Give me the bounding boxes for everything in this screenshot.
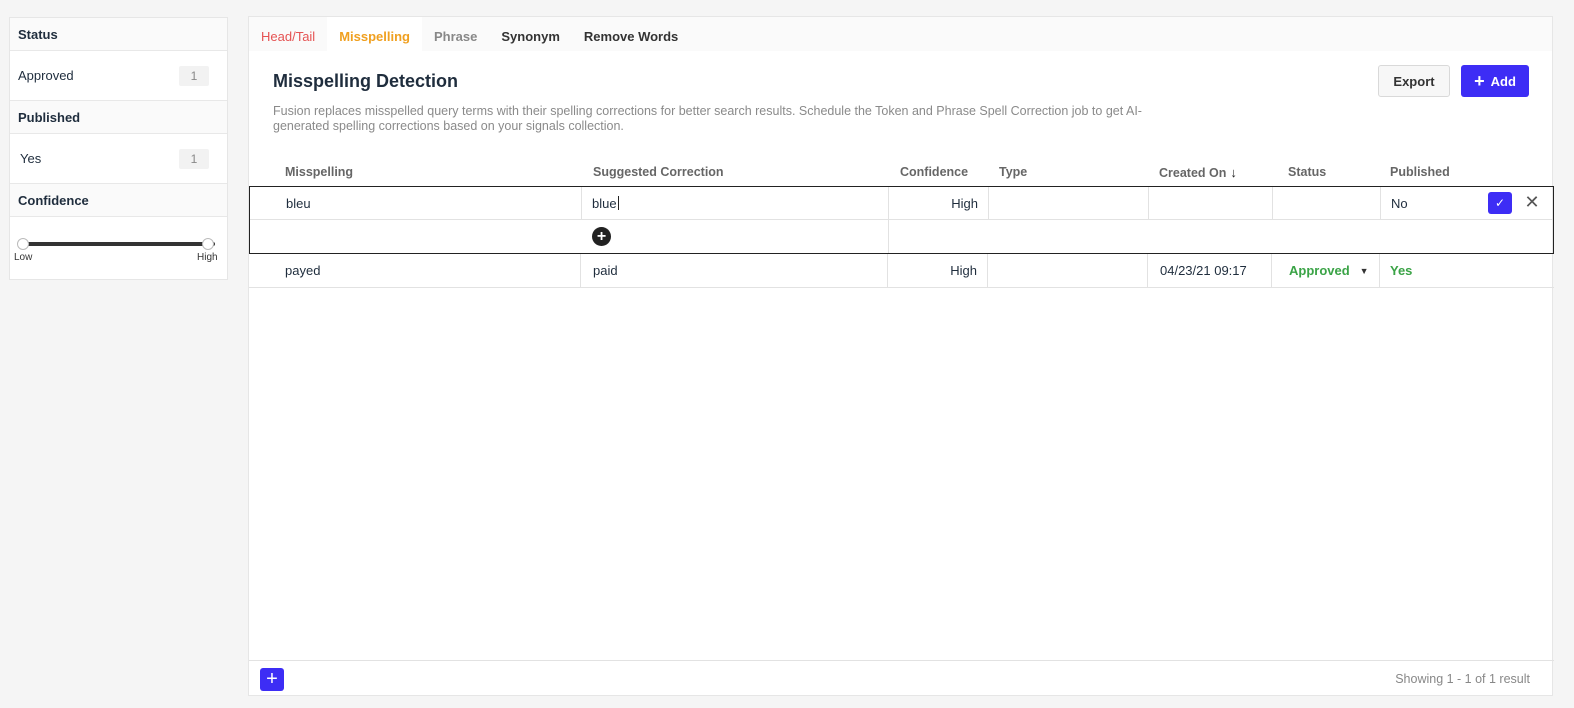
status-filter-header: Status xyxy=(10,18,227,51)
tab-phrase[interactable]: Phrase xyxy=(434,17,477,51)
sort-arrow-down-icon: ↓ xyxy=(1230,165,1237,180)
status-filter-approved[interactable]: Approved 1 xyxy=(10,51,227,101)
row-divider xyxy=(250,219,1553,220)
plus-icon: + xyxy=(1474,71,1485,91)
pagination-info: Showing 1 - 1 of 1 result xyxy=(1395,672,1530,686)
cell-suggested-correction: paid xyxy=(581,254,888,287)
edit-status-field[interactable] xyxy=(1273,187,1381,219)
status-filter-count: 1 xyxy=(179,65,209,86)
close-icon[interactable]: ✕ xyxy=(1522,191,1542,213)
published-filter-yes[interactable]: Yes 1 xyxy=(10,134,227,184)
text-cursor xyxy=(617,196,619,210)
tab-head-tail[interactable]: Head/Tail xyxy=(261,17,315,51)
tab-misspelling[interactable]: Misspelling xyxy=(327,17,422,51)
filter-sidebar: Status Approved 1 Published Yes 1 Confid… xyxy=(9,17,228,280)
footer-add-plus-icon[interactable]: + xyxy=(260,668,284,691)
col-created-on-label: Created On xyxy=(1159,166,1227,180)
export-button[interactable]: Export xyxy=(1378,65,1450,97)
status-value: Approved xyxy=(1289,263,1350,278)
cell-created-on: 04/23/21 09:17 xyxy=(1148,254,1272,287)
tab-synonym[interactable]: Synonym xyxy=(501,17,560,51)
table-row[interactable]: payed paid High 04/23/21 09:17 Approved ▼… xyxy=(249,254,1554,288)
col-published[interactable]: Published xyxy=(1390,165,1450,179)
caret-down-icon: ▼ xyxy=(1359,265,1369,276)
published-filter-label: Yes xyxy=(20,151,42,166)
page-title: Misspelling Detection xyxy=(273,71,459,91)
add-button[interactable]: + Add xyxy=(1461,65,1529,97)
edit-published-field[interactable]: No xyxy=(1381,187,1481,219)
col-misspelling[interactable]: Misspelling xyxy=(285,165,353,179)
main-panel: Head/Tail Misspelling Phrase Synonym Rem… xyxy=(248,16,1554,697)
add-button-label: Add xyxy=(1490,73,1516,89)
tab-remove-words[interactable]: Remove Words xyxy=(584,17,678,51)
add-suggestion-plus-icon[interactable]: + xyxy=(592,227,611,246)
col-status[interactable]: Status xyxy=(1288,165,1326,179)
published-filter-count: 1 xyxy=(179,148,209,169)
col-suggested-correction[interactable]: Suggested Correction xyxy=(593,165,724,179)
edit-confidence-field[interactable]: High xyxy=(889,187,989,219)
edit-misspelling-field[interactable]: bleu xyxy=(250,187,582,219)
slider-high-label: High xyxy=(197,252,218,263)
slider-low-label: Low xyxy=(14,252,33,263)
tab-bar: Head/Tail Misspelling Phrase Synonym Rem… xyxy=(249,17,1552,51)
confidence-filter-header: Confidence xyxy=(10,184,227,217)
confidence-slider-low-handle[interactable] xyxy=(17,238,29,250)
published-filter-header: Published xyxy=(10,101,227,134)
col-type[interactable]: Type xyxy=(999,165,1027,179)
status-dropdown[interactable]: Approved ▼ xyxy=(1272,254,1380,287)
cell-misspelling: payed xyxy=(249,254,581,287)
cell-type xyxy=(988,254,1148,287)
edit-type-field[interactable] xyxy=(989,187,1149,219)
confidence-slider-high-handle[interactable] xyxy=(202,238,214,250)
table-footer: + Showing 1 - 1 of 1 result xyxy=(249,660,1554,697)
cell-confidence: High xyxy=(888,254,988,287)
col-created-on[interactable]: Created On ↓ xyxy=(1159,165,1237,180)
add-suggestion-cell xyxy=(582,219,889,253)
table-header: Misspelling Suggested Correction Confide… xyxy=(249,160,1554,186)
cell-published: Yes xyxy=(1390,263,1413,278)
edit-suggested-field[interactable]: blue xyxy=(582,187,889,219)
edit-suggested-value: blue xyxy=(592,195,617,211)
edit-created-field xyxy=(1149,187,1273,219)
confidence-slider-track[interactable] xyxy=(23,242,215,246)
table-row-editing: bleu blue High No ✓ ✕ + xyxy=(249,186,1554,254)
status-filter-label: Approved xyxy=(18,68,74,83)
confidence-slider[interactable]: Low High xyxy=(10,217,227,277)
col-confidence[interactable]: Confidence xyxy=(900,165,968,179)
confirm-check-icon[interactable]: ✓ xyxy=(1488,192,1512,214)
page-description: Fusion replaces misspelled query terms w… xyxy=(273,104,1142,133)
